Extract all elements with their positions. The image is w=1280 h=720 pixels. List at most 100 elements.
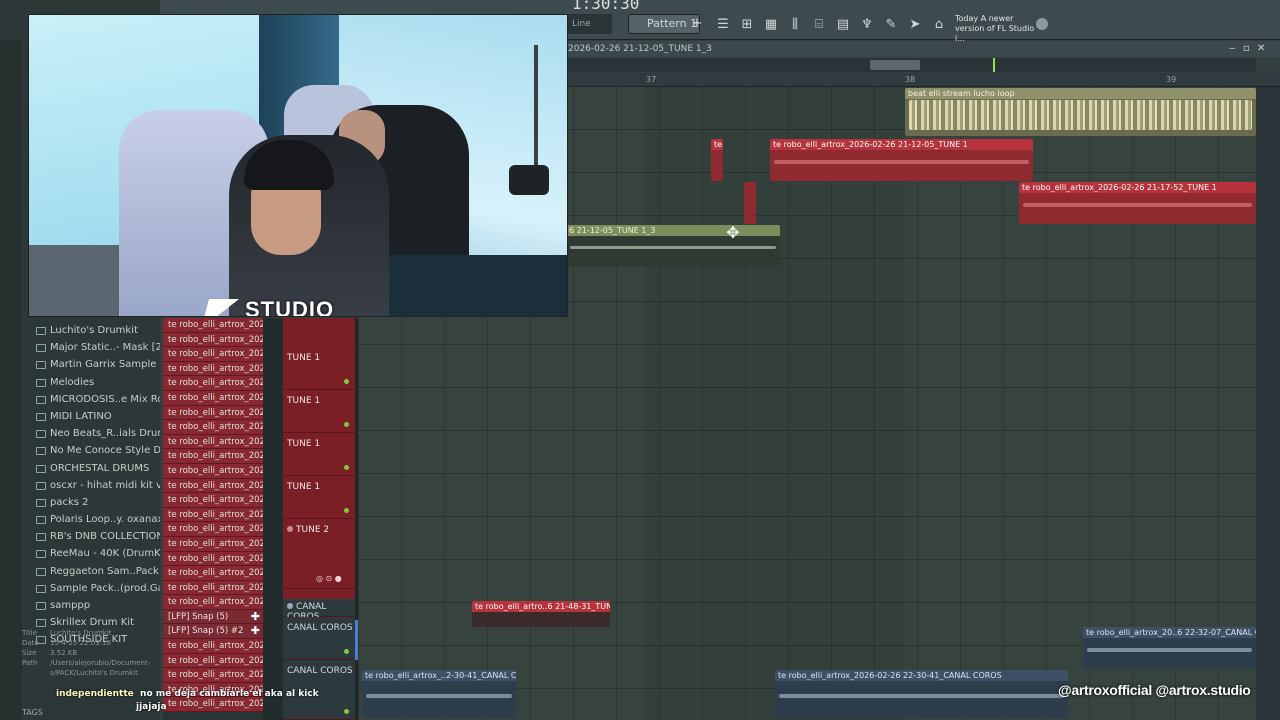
channel-row[interactable]: te robo_elli_artrox_202... — [163, 318, 263, 333]
audio-clip-selected[interactable]: 6 21-12-05_TUNE 1_3 — [566, 225, 780, 267]
add-pattern-button[interactable]: + — [690, 14, 704, 34]
browser-folder[interactable]: Martin Garrix Sample Pack — [22, 356, 160, 373]
mixer-icon[interactable]: ⫼ — [786, 16, 804, 34]
news-panel[interactable]: Today A newer version of FL Studio i... — [955, 14, 1041, 44]
channel-row[interactable]: te robo_elli_artrox_202... — [163, 507, 263, 523]
track-header[interactable]: TUNE 1 — [283, 476, 355, 519]
channel-row[interactable]: te robo_elli_artrox_202... — [163, 390, 263, 406]
channel-row[interactable]: te robo_elli_artrox_202... — [163, 639, 263, 654]
track-header[interactable]: TUNE 1 — [283, 433, 355, 476]
channel-row[interactable]: te robo_elli_artrox_202... — [163, 595, 263, 610]
audio-clip[interactable]: beat elli stream lucho loop — [905, 88, 1256, 136]
channel-row[interactable]: te robo_elli_artrox_202... — [163, 536, 263, 552]
maximize-icon[interactable]: ▫ — [1243, 41, 1250, 57]
track-led[interactable] — [344, 379, 349, 384]
tools-icon[interactable]: ✎ — [882, 16, 900, 34]
channel-row[interactable]: te robo_elli_artrox_202... — [163, 653, 263, 669]
audio-clip[interactable]: te robo_elli_artrox_20..6 22-32-07_CANAL… — [1083, 627, 1256, 669]
channel-name: te robo_elli_artrox_202... — [168, 465, 263, 476]
channel-row[interactable]: te robo_elli_artrox_202... — [163, 522, 263, 537]
channel-row[interactable]: te robo_elli_artrox_202... — [163, 420, 263, 435]
browser-folder[interactable]: Neo Beats_R..ials Drum Kit — [22, 425, 160, 442]
track-led[interactable] — [344, 709, 349, 714]
waveform — [774, 160, 1029, 164]
track-led[interactable] — [344, 422, 349, 427]
audio-clip[interactable] — [744, 182, 756, 224]
playlist-vscroll[interactable] — [1256, 87, 1280, 720]
browser-folder[interactable]: ReeMau - 40K (DrumKit) — [22, 545, 160, 562]
social-handles: @artroxofficial @artrox.studio — [1058, 682, 1251, 698]
channel-rack-icon[interactable]: ▦ — [762, 16, 780, 34]
channel-row[interactable]: [LFP] Snap (5) ✚ — [163, 609, 263, 625]
file-icon[interactable]: ▤ — [834, 16, 852, 34]
channel-row[interactable]: te robo_elli_artrox_202... — [163, 566, 263, 581]
track-options-icons[interactable]: ◎ ⊙ ● — [316, 574, 342, 583]
playlist-icon[interactable]: ☰ — [714, 16, 732, 34]
shop-icon[interactable]: ⌂ — [930, 16, 948, 34]
track-led[interactable] — [344, 649, 349, 654]
track-led[interactable] — [344, 508, 349, 513]
channel-row[interactable]: te robo_elli_artrox_202... — [163, 493, 263, 508]
channel-row[interactable]: te robo_elli_artrox_202... — [163, 332, 263, 348]
tags-label[interactable]: TAGS — [22, 708, 43, 717]
globe-icon[interactable] — [1036, 18, 1048, 30]
audio-clip[interactable]: te robo_elli_artro..6 21-48-31_TUNE 1 — [472, 601, 610, 627]
minimize-icon[interactable]: ‒ — [1229, 41, 1235, 57]
browser-folder[interactable]: Reggaeton Sam..Pack Vol. 1 — [22, 563, 160, 580]
channel-row[interactable]: te robo_elli_artrox_202... — [163, 580, 263, 596]
channel-row[interactable]: te robo_elli_artrox_202... — [163, 449, 263, 464]
channel-row[interactable]: te robo_elli_artrox_202... — [163, 478, 263, 494]
browser-folder[interactable]: ORCHESTAL DRUMS — [22, 460, 160, 477]
track-header[interactable]: CANAL COROS — [283, 599, 355, 622]
record-icon[interactable] — [287, 603, 293, 609]
waveform — [1023, 203, 1252, 207]
audio-clip[interactable]: te robo_elli_artrox_2026-02-26 22-30-41_… — [775, 670, 1068, 718]
browser-folder-label: MICRODOSIS..e Mix Room) — [50, 393, 160, 405]
track-header[interactable]: CANAL COROS — [283, 617, 355, 660]
channel-row[interactable]: te robo_elli_artrox_202... — [163, 376, 263, 391]
browser-icon[interactable]: ⌸ — [810, 16, 828, 34]
snap-mode-select[interactable]: Line — [566, 14, 612, 34]
browser-folder[interactable]: MICRODOSIS..e Mix Room) — [22, 391, 160, 408]
playlist-hscroll-thumb[interactable] — [870, 60, 920, 70]
channel-name: te robo_elli_artrox_202... — [168, 641, 263, 652]
channel-scrollbar[interactable] — [263, 318, 283, 720]
channel-row[interactable]: te robo_elli_artrox_202... — [163, 434, 263, 450]
browser-folder[interactable]: oscxr - hihat midi kit vol.2 — [22, 477, 160, 494]
audio-clip[interactable]: te robo_elli_artrox_2026-02-26 21-12-05_… — [770, 139, 1033, 181]
channel-row[interactable]: te robo_elli_artrox_202... — [163, 361, 263, 377]
track-led[interactable] — [344, 465, 349, 470]
channel-row[interactable]: te robo_elli_artrox_202... — [163, 463, 263, 479]
browser-folder[interactable]: MIDI LATINO — [22, 408, 160, 425]
browser-folder[interactable]: Luchito's Drumkit — [22, 322, 160, 339]
channel-row[interactable]: [LFP] Snap (5) #2 ✚ — [163, 624, 263, 640]
browser-folder[interactable]: RB's DNB COLLECTION — [22, 528, 160, 545]
browser-folder[interactable]: samppp — [22, 597, 160, 614]
channel-add-icon[interactable]: ✚ — [251, 610, 260, 624]
browser-folder[interactable]: No Me Conoce Style Drums — [22, 442, 160, 459]
channel-row[interactable]: te robo_elli_artrox_202... — [163, 551, 263, 567]
browser-folder[interactable]: Sample Pack..(prod.Gaara) — [22, 580, 160, 597]
plugin-icon[interactable]: ♆ — [858, 16, 876, 34]
send-icon[interactable]: ➤ — [906, 16, 924, 34]
channel-row[interactable]: te robo_elli_artrox_202... — [163, 668, 263, 683]
audio-clip[interactable]: te... — [711, 139, 723, 181]
track-header[interactable]: TUNE 1 — [283, 347, 355, 390]
folder-icon — [36, 344, 46, 353]
browser-folder-label: Martin Garrix Sample Pack — [50, 359, 160, 371]
channel-row[interactable]: te robo_elli_artrox_202... — [163, 405, 263, 421]
browser-folder[interactable]: Major Static..- Mask [2020] — [22, 339, 160, 356]
close-icon[interactable]: ✕ — [1257, 41, 1265, 57]
track-header[interactable]: TUNE 1 — [283, 390, 355, 433]
browser-folder[interactable]: packs 2 — [22, 494, 160, 511]
browser-folder[interactable]: Melodies — [22, 374, 160, 391]
channel-row[interactable]: te robo_elli_artrox_202... — [163, 347, 263, 362]
browser-folder[interactable]: Polaris Loop..y. oxanax2mg — [22, 511, 160, 528]
browser-folder-label: Reggaeton Sam..Pack Vol. 1 — [50, 565, 160, 577]
channel-add-icon[interactable]: ✚ — [251, 624, 260, 638]
record-icon[interactable] — [287, 526, 293, 532]
piano-roll-icon[interactable]: ⊞ — [738, 16, 756, 34]
playhead-marker[interactable] — [993, 58, 995, 72]
audio-clip[interactable]: te robo_elli_artrox_2026-02-26 21-17-52_… — [1019, 182, 1256, 224]
audio-clip[interactable]: te robo_elli_artrox_..2-30-41_CANAL CORO… — [362, 670, 516, 718]
